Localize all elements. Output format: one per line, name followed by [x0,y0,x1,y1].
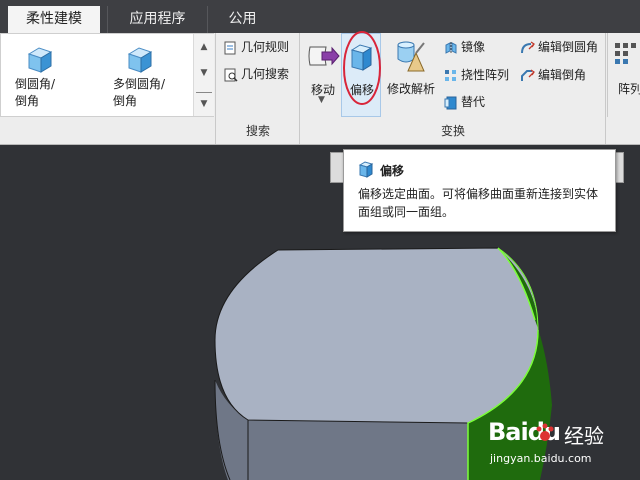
flexible-pattern-icon [445,69,456,81]
baidu-watermark: Baidu 经验 jingyan.baidu.com [488,418,638,478]
round-chamfer-panel: 倒圆角/ 倒角 多倒圆角/ 倒角 ▲ ▼ ▼ [0,33,216,144]
flexible-pattern-label: 挠性阵列 [461,68,510,82]
highlight-annotation-circle [343,31,381,105]
paw-logo-icon [536,423,554,441]
modify-analytic-icon [397,41,425,72]
edit-round-label: 编辑倒圆角 [538,40,599,54]
modify-analytic-button[interactable]: 修改解析 [384,33,440,117]
round-gallery: 倒圆角/ 倒角 多倒圆角/ 倒角 ▲ ▼ ▼ [0,33,214,117]
replace-icon [444,96,457,109]
mirror-button[interactable]: 镜像 [444,36,485,58]
tab-applications[interactable]: 应用程序 [107,6,207,33]
mirror-icon [445,41,457,54]
move-button[interactable]: 移动 ▼ [303,33,341,117]
watermark-suffix: 经验 [564,424,604,448]
move-icon [308,46,340,66]
gallery-item-round-label-2: 倒角 [15,94,40,108]
gallery-expand-icon[interactable]: ▼ [196,92,212,114]
watermark-url: jingyan.baidu.com [490,452,592,465]
scroll-down-icon[interactable]: ▼ [196,62,212,84]
edit-chamfer-icon [521,68,535,81]
replace-button[interactable]: 替代 [444,91,485,113]
edit-chamfer-label: 编辑倒角 [538,68,587,82]
geometry-search-icon [224,68,238,82]
geometry-rules-button[interactable]: 几何规则 [224,36,289,58]
tooltip-title: 偏移 [380,164,405,178]
replace-label: 替代 [461,95,486,109]
search-group-label: 搜索 [245,124,270,138]
flexible-pattern-button[interactable]: 挠性阵列 [444,64,509,86]
tab-utilities[interactable]: 公用 [207,6,277,33]
edit-round-button[interactable]: 编辑倒圆角 [520,36,598,58]
gallery-item-round-label-1: 倒圆角/ [15,77,56,91]
offset-tooltip-icon [358,161,374,178]
geometry-rules-icon [224,41,236,54]
search-panel: 几何规则 几何搜索 搜索 [216,33,300,144]
edit-chamfer-button[interactable]: 编辑倒角 [520,64,586,86]
round-cube-icon [27,47,53,73]
mirror-label: 镜像 [461,40,486,54]
geometry-search-button[interactable]: 几何搜索 [224,63,289,85]
edit-round-icon [521,40,535,53]
array-button[interactable]: 阵列 [607,33,640,117]
ribbon: 倒圆角/ 倒角 多倒圆角/ 倒角 ▲ ▼ ▼ 几何规则 几何搜索 搜索 变换 移… [0,31,640,145]
ribbon-tab-strip: 柔性建模 应用程序 公用 [0,0,640,33]
array-label: 阵列 [618,82,640,96]
array-icon [615,43,636,64]
tooltip-body: 偏移选定曲面。可将偏移曲面重新连接到实体面组或同一面组。 [358,187,599,219]
gallery-item-multi-round-label-2: 倒角 [113,94,138,108]
multi-round-cube-icon [127,47,153,73]
gallery-item-multi-round-label-1: 多倒圆角/ [113,77,166,91]
geometry-rules-label: 几何规则 [241,40,290,54]
geometry-search-label: 几何搜索 [241,67,290,81]
offset-tooltip: 偏移 偏移选定曲面。可将偏移曲面重新连接到实体面组或同一面组。 [343,149,616,232]
scroll-up-icon[interactable]: ▲ [196,36,212,58]
tab-flexible-modeling[interactable]: 柔性建模 [8,6,100,33]
transform-group-label: 变换 [440,124,465,138]
move-dropdown-icon[interactable]: ▼ [318,95,325,105]
gallery-scrollbar[interactable]: ▲ ▼ ▼ [193,34,214,116]
modify-analytic-label: 修改解析 [387,82,436,96]
